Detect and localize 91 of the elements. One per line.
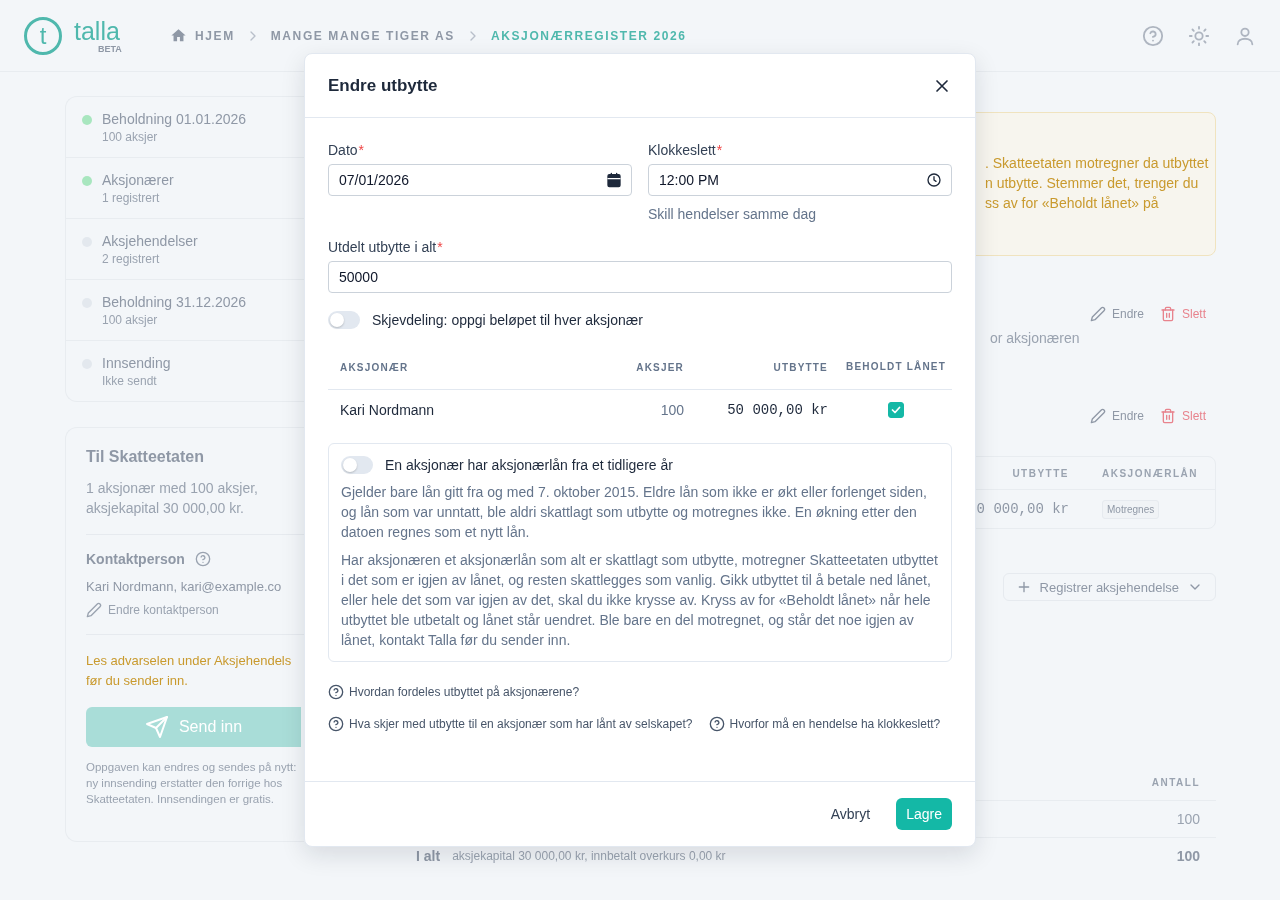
cancel-button[interactable]: Avbryt	[820, 798, 881, 830]
table-cell-text: Kari Nordmann	[339, 401, 436, 418]
pencil-icon	[1089, 306, 1106, 322]
send-icon	[144, 715, 169, 739]
step-title[interactable]: Innsending	[102, 353, 171, 373]
warning-text: før du sender inn.	[86, 672, 189, 690]
save-button[interactable]: Lagre	[896, 798, 952, 830]
table-cell: I alt	[416, 848, 441, 864]
required-mark: *	[716, 142, 723, 158]
required-mark: *	[358, 142, 365, 158]
input-field[interactable]: 50000	[328, 261, 952, 293]
notice-text: . Skatteetaten motregner da utbyttet	[985, 154, 1209, 173]
pencil-icon	[1089, 408, 1106, 424]
help-icon[interactable]	[194, 551, 211, 567]
edit-button[interactable]: Endre	[1089, 408, 1144, 424]
contact-text: Kari Nordmann, kari@example.co	[86, 579, 282, 594]
pencil-icon	[86, 602, 102, 618]
column-header: AKSJONÆR	[339, 361, 410, 373]
breadcrumb-link[interactable]: AKSJONÆRREGISTER 2026	[491, 28, 687, 43]
add-event-button[interactable]: Registrer aksjehendelse	[1002, 573, 1216, 601]
step-subtitle: 2 registrert	[102, 251, 161, 267]
column-header: ANTALL	[1151, 777, 1200, 788]
summary-text: 1 aksjonær med 100 aksjer, aksjekapital 30 000,00 kr.	[86, 479, 259, 518]
table-cell: 100	[1176, 811, 1200, 827]
step-title[interactable]: Beholdning 01.01.2026	[102, 109, 247, 129]
help-link[interactable]: Hva skjer med utbytte til en aksjonær som har lånt av selskapet?	[328, 716, 693, 732]
notice-text: n utbytte. Stemmer det, trenger du	[985, 174, 1199, 193]
step-title[interactable]: Aksjonærer	[102, 170, 174, 190]
step-subtitle: Ikke sendt	[102, 373, 158, 389]
help-link[interactable]: Hvordan fordeles utbyttet på aksjonærene?	[328, 684, 580, 700]
field-label: Klokkeslett	[648, 142, 716, 158]
help-icon[interactable]	[1142, 24, 1164, 47]
help-icon	[708, 716, 725, 732]
column-header: UTBYTTE	[772, 361, 829, 373]
note-text: Skatteetaten. Innsendingen er gratis.	[86, 792, 274, 807]
trash-icon	[1160, 306, 1176, 322]
help-icon	[328, 684, 344, 700]
column-header: BEHOLDT LÅNET	[844, 360, 947, 374]
table-cell: 100	[1176, 848, 1200, 864]
help-link[interactable]: Hvorfor må en hendelse ha klokkeslett?	[708, 716, 941, 732]
step-subtitle: 100 aksjer	[102, 129, 159, 145]
warning-text: Les advarselen under Aksjehendels	[86, 652, 293, 670]
table-cell-text: 100	[659, 401, 685, 418]
info-text: Gjelder bare lån gitt fra og med 7. oktober 2015. Eldre lån som ikke er økt eller forlenget siden, og lån som var unntatt, ble aldri skattlagt som utbytte og motregnes ikke. En økning etter den datoen regnes som et nytt lån.	[341, 483, 928, 542]
help-icon	[328, 716, 344, 732]
checkbox[interactable]	[888, 401, 904, 418]
info-text: Har aksjonæren et aksjonærlån som alt er skattlagt som utbytte, motregner Skatteetaten utbyttet i det som er igjen av lånet, og resten skattlegges som vanlig. Gikk utbyttet til å betale ned lånet, eller hele det som var igjen av det, skal du ikke krysse av. Kryss av for «Beholdt lånet» når hele utbyttet ble utbetalt og lånet står uendret. Ble bare en del motregnet, og står det noe igjen av lånet, kontakt Talla før du sender inn.	[341, 551, 939, 650]
step-subtitle: 100 aksjer	[102, 312, 159, 328]
same-day-link[interactable]: Skill hendelser samme dag	[648, 206, 817, 222]
sun-icon[interactable]	[1188, 24, 1210, 47]
status-tag: Motregnes	[1102, 499, 1160, 519]
step-subtitle: 1 registrert	[102, 190, 161, 206]
trash-icon	[1160, 408, 1176, 424]
breadcrumb-link[interactable]: MANGE MANGE TIGER AS	[270, 28, 455, 43]
step-title[interactable]: Beholdning 31.12.2026	[102, 292, 247, 312]
note-text: ny innsending erstatter den forrige hos	[86, 776, 283, 791]
input-field[interactable]: 07/01/2026	[328, 164, 632, 196]
column-header: AKSJER	[635, 361, 685, 373]
warning-link[interactable]: Les advarselen	[86, 653, 175, 668]
toggle-switch[interactable]	[328, 311, 360, 329]
input-field[interactable]: 12:00 PM	[648, 164, 952, 196]
table-cell-text: 50 000,00 kr	[726, 401, 829, 418]
send-button[interactable]: Send inn	[86, 707, 301, 747]
table-cell: 0 000,00 kr	[976, 501, 1069, 517]
toggle-switch[interactable]	[341, 456, 373, 474]
delete-button[interactable]: Slett	[1160, 306, 1206, 322]
event-text: or aksjonæren	[990, 330, 1080, 346]
field-label: Utdelt utbytte i alt	[328, 239, 437, 255]
column-header: UTBYTTE	[1012, 467, 1069, 479]
table-cell: aksjekapital 30 000,00 kr, innbetalt overkurs 0,00 kr	[452, 849, 726, 863]
toggle-label: Skjevdeling: oppgi beløpet til hver aksjonær	[372, 312, 643, 328]
edit-button[interactable]: Endre	[1089, 306, 1144, 322]
beta-label: BETA	[98, 43, 122, 54]
column-header: AKSJONÆRLÅN	[1102, 467, 1198, 479]
clock-icon	[926, 172, 942, 188]
card-title: Til Skatteetaten	[86, 448, 205, 466]
step-title[interactable]: Aksjehendelser	[102, 231, 198, 251]
contact-title: Kontaktperson	[86, 551, 185, 567]
notice-text: ss av for «Beholdt lånet» på	[985, 194, 1159, 213]
toggle-label: En aksjonær har aksjonærlån fra et tidligere år	[385, 457, 673, 473]
calendar-icon	[606, 172, 622, 188]
required-mark: *	[437, 239, 443, 255]
modal-title: Endre utbytte	[328, 75, 438, 96]
logo-mark: t	[24, 16, 62, 55]
logo-text: talla	[74, 17, 120, 44]
field-label: Dato	[328, 142, 358, 158]
note-text: Oppgaven kan endres og sendes på nytt:	[86, 760, 297, 775]
breadcrumb-link[interactable]: HJEM	[170, 27, 235, 44]
delete-button[interactable]: Slett	[1160, 408, 1206, 424]
home-icon	[170, 27, 187, 44]
edit-contact-link[interactable]: Endre kontaktperson	[86, 602, 219, 618]
